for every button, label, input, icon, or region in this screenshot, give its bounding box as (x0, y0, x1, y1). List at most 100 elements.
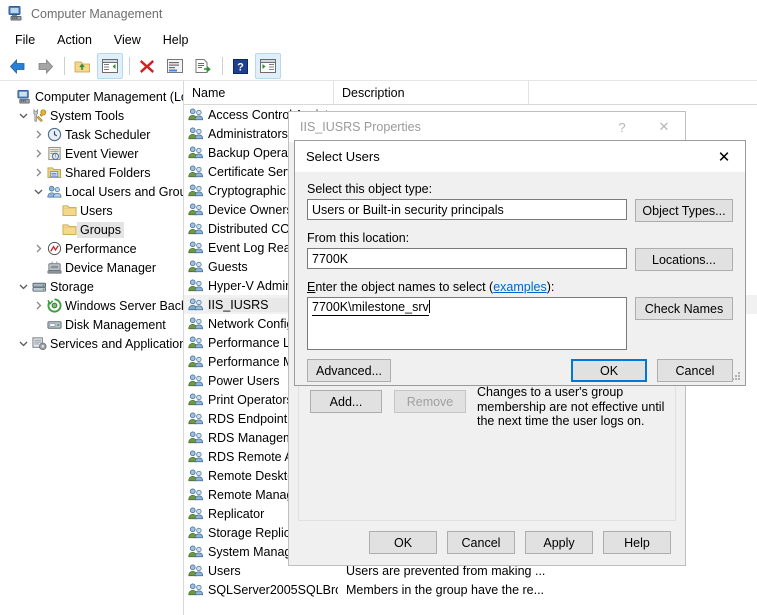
properties-button[interactable] (162, 53, 188, 79)
column-header-extra[interactable] (529, 81, 757, 104)
tree-item-storage[interactable]: Storage (0, 277, 183, 296)
table-row[interactable]: SQLServer2005SQLBro... Members in the gro… (184, 580, 757, 599)
check-names-button[interactable]: Check Names (635, 297, 733, 320)
window-title: Computer Management (31, 7, 163, 21)
event-viewer-icon: ! (45, 146, 63, 161)
collapse-chevron-icon[interactable] (32, 187, 45, 196)
tree-item-system-tools[interactable]: System Tools (0, 106, 183, 125)
forward-button[interactable] (32, 53, 58, 79)
tree-item-task-scheduler[interactable]: Task Scheduler (0, 125, 183, 144)
select-users-footer: Advanced... OK Cancel (307, 359, 733, 382)
backup-icon (45, 298, 63, 313)
expand-chevron-icon[interactable] (32, 301, 45, 310)
group-icon (184, 411, 208, 426)
menu-help[interactable]: Help (152, 30, 200, 50)
list-column-headers: Name Description (184, 81, 757, 105)
group-icon (184, 449, 208, 464)
properties-help-icon[interactable]: ? (601, 113, 643, 142)
tree-item-device-manager[interactable]: Device Manager (0, 258, 183, 277)
object-names-label: Enter the object names to select (exampl… (307, 280, 555, 294)
separator-2 (129, 57, 130, 75)
tree-item-label: Performance (65, 241, 137, 256)
shared-folders-icon (45, 165, 63, 180)
group-icon (184, 278, 208, 293)
group-description-cell: Members in the group have the re... (346, 582, 545, 597)
show-hide-console-tree-button[interactable] (97, 53, 123, 79)
select-users-body: Select this object type: Users or Built-… (295, 172, 745, 382)
resize-grip[interactable] (732, 372, 742, 382)
tree-item-users[interactable]: Users (0, 201, 183, 220)
tree-item-windows-server-backup[interactable]: Windows Server Backup (0, 296, 183, 315)
advanced-button[interactable]: Advanced... (307, 359, 391, 382)
menu-view[interactable]: View (103, 30, 152, 50)
tree-item-event-viewer[interactable]: ! Event Viewer (0, 144, 183, 163)
expand-chevron-icon[interactable] (32, 149, 45, 158)
properties-ok-button[interactable]: OK (369, 531, 437, 554)
column-header-description[interactable]: Description (334, 81, 529, 104)
tree-item-label: Computer Management (Local) (35, 89, 183, 104)
expand-chevron-icon[interactable] (32, 244, 45, 253)
group-icon (184, 335, 208, 350)
svg-text:?: ? (237, 61, 244, 73)
svg-text:!: ! (54, 154, 55, 160)
tree-item-groups[interactable]: Groups (0, 220, 183, 239)
properties-close-icon[interactable]: ✕ (643, 113, 685, 142)
properties-apply-button[interactable]: Apply (525, 531, 593, 554)
tree-item-computer-management-local[interactable]: Computer Management (Local) (0, 87, 183, 106)
menu-action[interactable]: Action (46, 30, 103, 50)
export-list-button[interactable] (190, 53, 216, 79)
tree-item-label: Windows Server Backup (65, 298, 183, 313)
select-users-dialog[interactable]: Select Users ✕ Select this object type: … (294, 140, 746, 386)
collapse-chevron-icon[interactable] (17, 282, 30, 291)
tree-item-label: Users (80, 203, 113, 218)
tree-item-local-users-and-groups[interactable]: Local Users and Groups (0, 182, 183, 201)
collapse-chevron-icon[interactable] (17, 111, 30, 120)
examples-link[interactable]: examples (493, 280, 547, 294)
group-icon (184, 221, 208, 236)
select-users-cancel-button[interactable]: Cancel (657, 359, 733, 382)
menu-file[interactable]: File (4, 30, 46, 50)
tree-item-label: Task Scheduler (65, 127, 151, 142)
group-icon (184, 126, 208, 141)
column-header-name[interactable]: Name (184, 81, 334, 104)
tree-item-label: Device Manager (65, 260, 157, 275)
tree-item-performance[interactable]: Performance (0, 239, 183, 258)
object-names-textarea[interactable]: 7700K\milestone_srv (307, 297, 627, 350)
group-icon (184, 506, 208, 521)
tree-item-label: Shared Folders (65, 165, 151, 180)
properties-dialog-titlebar: IIS_IUSRS Properties ? ✕ (289, 112, 685, 142)
delete-button[interactable] (134, 53, 160, 79)
select-users-ok-button[interactable]: OK (571, 359, 647, 382)
properties-cancel-button[interactable]: Cancel (447, 531, 515, 554)
expand-chevron-icon[interactable] (32, 168, 45, 177)
computer-icon (15, 89, 33, 104)
select-users-close-icon[interactable]: ✕ (703, 142, 745, 171)
tree-item-disk-management[interactable]: Disk Management (0, 315, 183, 334)
object-types-button[interactable]: Object Types... (635, 199, 733, 222)
locations-button[interactable]: Locations... (635, 248, 733, 271)
tree-item-label: Storage (50, 279, 94, 294)
properties-help-button[interactable]: Help (603, 531, 671, 554)
menubar: File Action View Help (0, 28, 757, 52)
back-button[interactable] (4, 53, 30, 79)
users-groups-icon (45, 184, 63, 199)
console-tree: Computer Management (Local) System Tools T… (0, 81, 184, 615)
services-icon (30, 336, 48, 351)
tree-item-label: Local Users and Groups (65, 184, 183, 199)
tools-icon (30, 108, 48, 123)
group-icon (184, 373, 208, 388)
collapse-chevron-icon[interactable] (17, 339, 30, 348)
object-type-field[interactable]: Users or Built-in security principals (307, 199, 627, 220)
group-name-cell: SQLServer2005SQLBro... (208, 582, 338, 597)
show-hide-action-pane-button[interactable] (255, 53, 281, 79)
add-member-button[interactable]: Add... (310, 390, 382, 413)
expand-chevron-icon[interactable] (32, 130, 45, 139)
window-titlebar: Computer Management (0, 0, 757, 28)
help-button[interactable]: ? (227, 53, 253, 79)
properties-dialog-footer: OK Cancel Apply Help (289, 531, 685, 554)
object-type-row: Users or Built-in security principals Ob… (307, 199, 733, 222)
tree-item-shared-folders[interactable]: Shared Folders (0, 163, 183, 182)
location-field[interactable]: 7700K (307, 248, 627, 269)
up-one-level-button[interactable] (69, 53, 95, 79)
tree-item-services-and-applications[interactable]: Services and Applications (0, 334, 183, 353)
